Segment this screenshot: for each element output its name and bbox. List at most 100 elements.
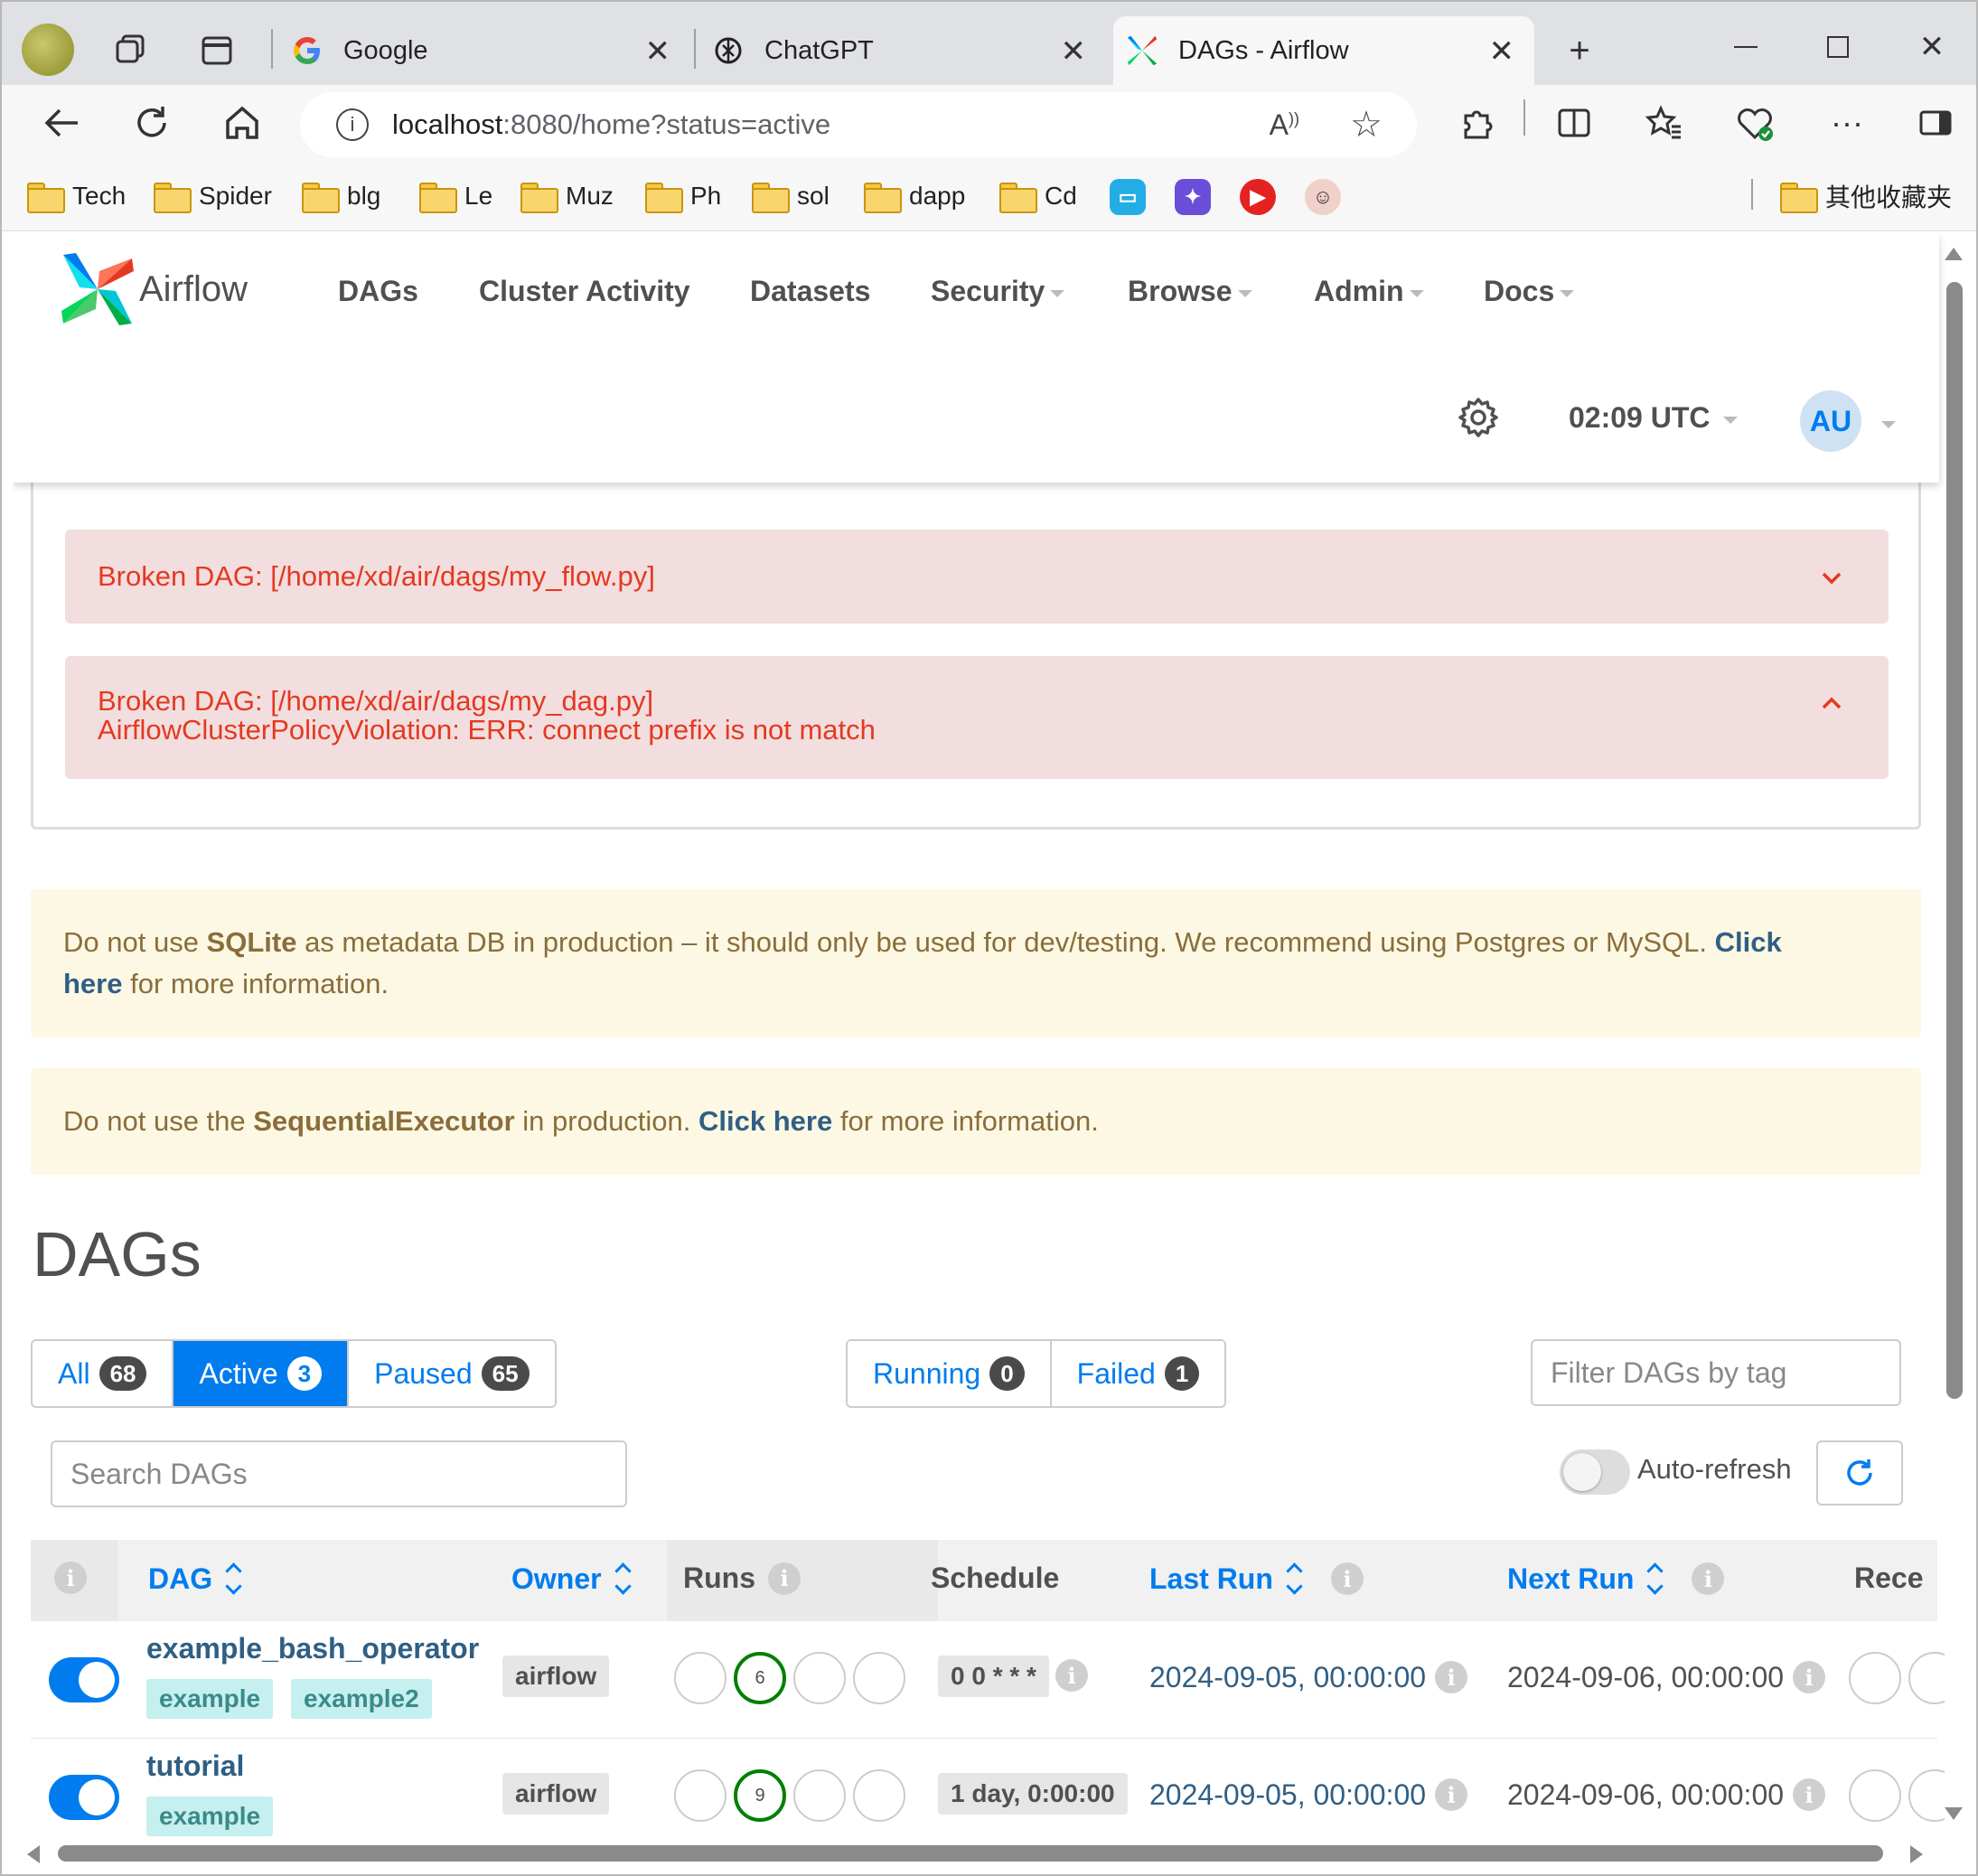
tab-google[interactable]: Google ✕ — [278, 16, 690, 85]
run-state-circle[interactable] — [793, 1652, 846, 1704]
dag-tag[interactable]: example — [146, 1679, 274, 1719]
owner-badge[interactable]: airflow — [502, 1773, 610, 1815]
info-icon[interactable]: i — [1055, 1659, 1088, 1692]
filter-paused-button[interactable]: Paused 65 — [349, 1341, 555, 1406]
info-icon[interactable]: i — [54, 1562, 87, 1594]
chevron-up-icon[interactable] — [1820, 692, 1843, 716]
vertical-scroll-thumb[interactable] — [1946, 282, 1963, 1399]
filter-failed-button[interactable]: Failed 1 — [1051, 1341, 1225, 1406]
browser-essentials-icon[interactable] — [1730, 98, 1780, 148]
home-icon[interactable] — [217, 98, 267, 148]
dag-link[interactable]: tutorial — [146, 1749, 244, 1783]
more-menu-icon[interactable]: ··· — [1822, 98, 1872, 148]
maximize-icon[interactable] — [1820, 29, 1856, 65]
horizontal-scroll-thumb[interactable] — [58, 1845, 1883, 1862]
sort-dag-header[interactable]: DAG — [148, 1562, 243, 1596]
info-icon[interactable]: i — [768, 1562, 801, 1595]
recent-task-circle[interactable] — [1849, 1769, 1901, 1822]
menu-browse[interactable]: Browse — [1128, 275, 1252, 308]
bilibili-icon[interactable]: ▭ — [1110, 179, 1146, 215]
recent-task-circle[interactable] — [1908, 1652, 1946, 1704]
broken-dag-alert[interactable]: Broken DAG: [/home/xd/air/dags/my_flow.p… — [65, 530, 1889, 624]
info-icon[interactable]: i — [1793, 1661, 1825, 1693]
filter-all-button[interactable]: All 68 — [33, 1341, 174, 1406]
recent-task-circle[interactable] — [1908, 1769, 1946, 1822]
executor-info-link[interactable]: Click here — [698, 1101, 832, 1142]
pause-toggle[interactable] — [49, 1657, 119, 1702]
favorites-icon[interactable] — [1639, 98, 1690, 148]
dag-link[interactable]: example_bash_operator — [146, 1632, 479, 1665]
menu-admin[interactable]: Admin — [1314, 275, 1424, 308]
gear-icon[interactable] — [1457, 396, 1500, 439]
run-state-success[interactable]: 9 — [734, 1769, 786, 1822]
airflow-logo-icon[interactable] — [60, 251, 136, 327]
workspaces-icon[interactable] — [110, 31, 150, 70]
refresh-button[interactable] — [1816, 1440, 1903, 1505]
run-state-circle[interactable] — [674, 1652, 727, 1704]
chevron-down-icon[interactable] — [1820, 566, 1843, 589]
chevron-down-icon[interactable] — [1881, 421, 1896, 428]
info-icon[interactable]: i — [1692, 1562, 1725, 1595]
bookmark-folder[interactable]: Ph — [645, 177, 721, 215]
split-screen-icon[interactable] — [1549, 98, 1599, 148]
reload-icon[interactable] — [127, 98, 177, 148]
tab-airflow[interactable]: DAGs - Airflow ✕ — [1113, 16, 1534, 85]
schedule-badge[interactable]: 1 day, 0:00:00 — [938, 1773, 1128, 1815]
menu-security[interactable]: Security — [931, 275, 1065, 308]
menu-cluster-activity[interactable]: Cluster Activity — [479, 275, 690, 308]
minimize-icon[interactable] — [1728, 29, 1764, 65]
extensions-icon[interactable] — [1451, 98, 1502, 148]
back-icon[interactable] — [36, 98, 87, 148]
menu-dags[interactable]: DAGs — [338, 275, 418, 308]
sort-owner-header[interactable]: Owner — [511, 1562, 633, 1596]
run-state-success[interactable]: 6 — [734, 1652, 786, 1704]
airflow-brand[interactable]: Airflow — [139, 269, 248, 310]
auto-refresh-toggle[interactable] — [1560, 1449, 1630, 1495]
favorite-star-icon[interactable]: ☆ — [1350, 104, 1383, 145]
info-icon[interactable]: i — [1330, 1562, 1364, 1595]
menu-docs[interactable]: Docs — [1484, 275, 1575, 308]
close-window-icon[interactable]: ✕ — [1912, 27, 1952, 67]
bookmark-folder[interactable]: Le — [419, 177, 492, 215]
pause-toggle[interactable] — [49, 1775, 119, 1820]
bookmark-folder[interactable]: Tech — [27, 177, 126, 215]
sort-next-run-header[interactable]: Next Run i — [1507, 1562, 1725, 1596]
last-run-link[interactable]: 2024-09-05, 00:00:00 — [1149, 1778, 1426, 1812]
run-state-circle[interactable] — [793, 1769, 846, 1822]
bookmark-folder[interactable]: sol — [752, 177, 830, 215]
menu-datasets[interactable]: Datasets — [750, 275, 870, 308]
bookmark-folder[interactable]: Muz — [520, 177, 614, 215]
scroll-down-arrow-icon[interactable] — [1945, 1807, 1963, 1820]
sort-last-run-header[interactable]: Last Run i — [1149, 1562, 1364, 1596]
tab-chatgpt[interactable]: ChatGPT ✕ — [699, 16, 1106, 85]
profile-avatar-icon[interactable] — [22, 23, 74, 76]
bookmark-folder[interactable]: dapp — [864, 177, 965, 215]
bookmark-folder[interactable]: Cd — [999, 177, 1077, 215]
read-aloud-icon[interactable]: A)) — [1270, 108, 1299, 142]
info-icon[interactable]: i — [1435, 1661, 1467, 1693]
dag-tag[interactable]: example2 — [291, 1679, 432, 1719]
info-icon[interactable]: i — [1435, 1778, 1467, 1811]
info-icon[interactable]: i — [1793, 1778, 1825, 1811]
schedule-badge[interactable]: 0 0 * * * — [938, 1656, 1049, 1697]
tab-actions-icon[interactable] — [197, 31, 237, 70]
sidebar-toggle-icon[interactable] — [1910, 98, 1961, 148]
timezone-clock[interactable]: 02:09 UTC — [1569, 401, 1738, 435]
bookmark-folder[interactable]: blg — [302, 177, 380, 215]
close-tab-icon[interactable]: ✕ — [1061, 36, 1087, 67]
run-state-circle[interactable] — [853, 1652, 905, 1704]
run-state-circle[interactable] — [853, 1769, 905, 1822]
broken-dag-alert-expanded[interactable]: Broken DAG: [/home/xd/air/dags/my_dag.py… — [65, 656, 1889, 779]
run-state-circle[interactable] — [674, 1769, 727, 1822]
dag-tag[interactable]: example — [146, 1796, 274, 1836]
owner-badge[interactable]: airflow — [502, 1656, 610, 1697]
search-dags-input[interactable]: Search DAGs — [51, 1440, 627, 1507]
other-bookmarks-folder[interactable]: 其他收藏夹 — [1780, 177, 1952, 215]
scroll-left-arrow-icon[interactable] — [27, 1845, 40, 1863]
filter-active-button[interactable]: Active 3 — [173, 1341, 350, 1406]
recent-task-circle[interactable] — [1849, 1652, 1901, 1704]
address-bar[interactable]: i localhost:8080/home?status=active A)) … — [300, 92, 1417, 157]
tag-filter-input[interactable]: Filter DAGs by tag — [1531, 1339, 1901, 1406]
new-tab-icon[interactable]: + — [1561, 31, 1598, 70]
site-info-icon[interactable]: i — [336, 108, 369, 141]
